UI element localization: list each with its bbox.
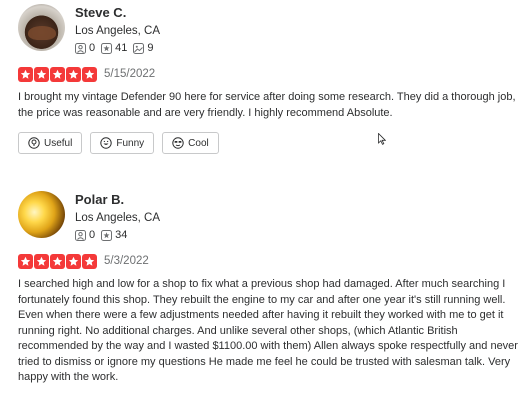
reviews-stat: 34 <box>101 229 127 241</box>
friends-stat: 0 <box>75 42 95 54</box>
author-location: Los Angeles, CA <box>75 25 161 37</box>
reviews-stat: 41 <box>101 42 127 54</box>
reviews-count: 34 <box>115 229 128 241</box>
funny-label: Funny <box>116 137 145 149</box>
author-location: Los Angeles, CA <box>75 212 161 224</box>
photos-count: 9 <box>147 42 154 54</box>
avatar[interactable] <box>18 191 65 238</box>
star-badge-icon <box>101 229 113 241</box>
author-meta: Polar B. Los Angeles, CA 0 34 <box>75 191 160 241</box>
reviews-count: 41 <box>115 42 128 54</box>
sunglasses-face-icon <box>172 137 184 149</box>
friends-stat: 0 <box>75 229 95 241</box>
review-card: Polar B. Los Angeles, CA 0 34 5/3/2022 I… <box>18 191 518 386</box>
friends-icon <box>75 42 86 54</box>
author-name[interactable]: Polar B. <box>75 192 160 208</box>
star-icon <box>82 66 97 82</box>
useful-label: Useful <box>44 137 73 149</box>
cool-label: Cool <box>188 137 209 149</box>
funny-button[interactable]: Funny <box>90 132 155 154</box>
author-name[interactable]: Steve C. <box>75 5 160 21</box>
review-author-row: Polar B. Los Angeles, CA 0 34 <box>18 191 518 241</box>
friends-count: 0 <box>89 42 96 54</box>
star-icon <box>50 66 65 82</box>
review-card: Steve C. Los Angeles, CA 0 41 9 5/15/202… <box>18 4 518 154</box>
rating-row: 5/3/2022 <box>18 253 518 269</box>
friends-icon <box>75 229 86 241</box>
photos-stat: 9 <box>133 42 154 54</box>
star-icon <box>34 66 49 82</box>
author-stats: 0 41 9 <box>75 42 160 54</box>
review-date: 5/3/2022 <box>104 255 149 267</box>
author-meta: Steve C. Los Angeles, CA 0 41 9 <box>75 4 160 54</box>
photo-icon <box>133 42 145 54</box>
review-date: 5/15/2022 <box>104 68 156 80</box>
laugh-face-icon <box>100 137 113 149</box>
star-rating <box>18 66 98 82</box>
review-actions: Useful Funny Cool <box>18 132 518 154</box>
useful-button[interactable]: Useful <box>18 132 83 154</box>
star-badge-icon <box>101 42 113 54</box>
star-icon <box>66 253 81 269</box>
author-stats: 0 34 <box>75 229 160 241</box>
star-icon <box>82 253 97 269</box>
avatar[interactable] <box>18 4 65 51</box>
rating-row: 5/15/2022 <box>18 66 518 82</box>
review-text: I brought my vintage Defender 90 here fo… <box>18 91 516 119</box>
star-rating <box>18 253 98 269</box>
star-icon <box>66 66 81 82</box>
friends-count: 0 <box>89 229 96 241</box>
lightbulb-icon <box>28 137 40 149</box>
review-text: I searched high and low for a shop to fi… <box>18 278 518 383</box>
star-icon <box>34 253 49 269</box>
star-icon <box>50 253 65 269</box>
star-icon <box>18 66 33 82</box>
mouse-cursor-icon <box>378 133 386 145</box>
star-icon <box>18 253 33 269</box>
cool-button[interactable]: Cool <box>162 132 219 154</box>
review-author-row: Steve C. Los Angeles, CA 0 41 9 <box>18 4 518 54</box>
